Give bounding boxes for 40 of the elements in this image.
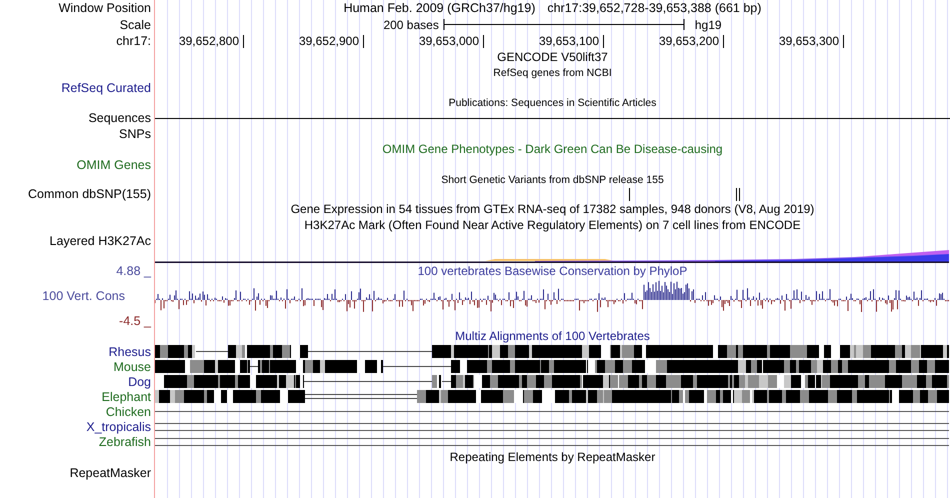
species-label[interactable]: Mouse [113,360,151,374]
track-label[interactable]: RefSeq Curated [61,80,151,94]
species-label[interactable]: Chicken [106,404,151,418]
species-label[interactable]: X_tropicalis [86,420,151,434]
track-title: H3K27Ac Mark (Often Found Near Active Regulatory Elements) on 7 cell lines from ENCODE [304,218,801,232]
track-label[interactable]: RepeatMasker [70,466,151,480]
axis-max-label: 4.88 _ [116,264,151,278]
position-text: chr17:39,652,728-39,653,388 (661 bp) [547,1,762,15]
track-title: OMIM Gene Phenotypes - Dark Green Can Be Disease-causing [382,142,723,156]
track-label[interactable]: SNPs [119,126,151,140]
species-label[interactable]: Zebrafish [98,434,151,448]
track-title: Multiz Alignments of 100 Vertebrates [455,329,650,343]
track-title: GENCODE V50lift37 [497,50,608,64]
track-title: 100 vertebrates Basewise Conservation by PhyloP [416,264,688,278]
track-title: Short Genetic Variants from dbSNP release 155 [441,174,664,186]
track-label[interactable]: Common dbSNP(155) [28,187,151,201]
species-label[interactable]: Dog [128,374,151,388]
track-label: chr17: [116,34,151,48]
track-label: Window Position [58,1,151,15]
ruler-tick-label: 39,653,200 [604,34,724,48]
track-title: RefSeq genes from NCBI [493,66,612,78]
assembly-name: hg19 [694,18,722,32]
ruler-tick-label: 39,653,000 [364,34,484,48]
ruler-tick-label: 39,653,300 [724,34,844,48]
species-label[interactable]: Elephant [102,390,151,404]
ruler-tick-label: 39,653,100 [484,34,604,48]
axis-min-label: -4.5 _ [119,314,151,328]
track-label[interactable]: OMIM Genes [76,158,151,172]
assembly-title: Human Feb. 2009 (GRCh37/hg19) [344,1,536,15]
track-label[interactable]: Layered H3K27Ac [50,234,151,248]
species-label[interactable]: Rhesus [108,344,151,358]
track-label[interactable]: Sequences [88,111,151,125]
track-title: Gene Expression in 54 tissues from GTEx RNA-seq of 17382 samples, 948 donors (V8, Aug 2019) [290,202,814,216]
track-title: Publications: Sequences in Scientific Articles [448,96,656,108]
ruler-tick-label: 39,652,800 [155,34,244,48]
track-title: Repeating Elements by RepeatMasker [450,450,656,464]
track-label: Scale [120,18,151,32]
track-label[interactable]: 100 Vert. Cons [42,289,151,303]
scale-length: 200 bases [383,18,439,32]
ruler-tick-label: 39,652,900 [244,34,364,48]
